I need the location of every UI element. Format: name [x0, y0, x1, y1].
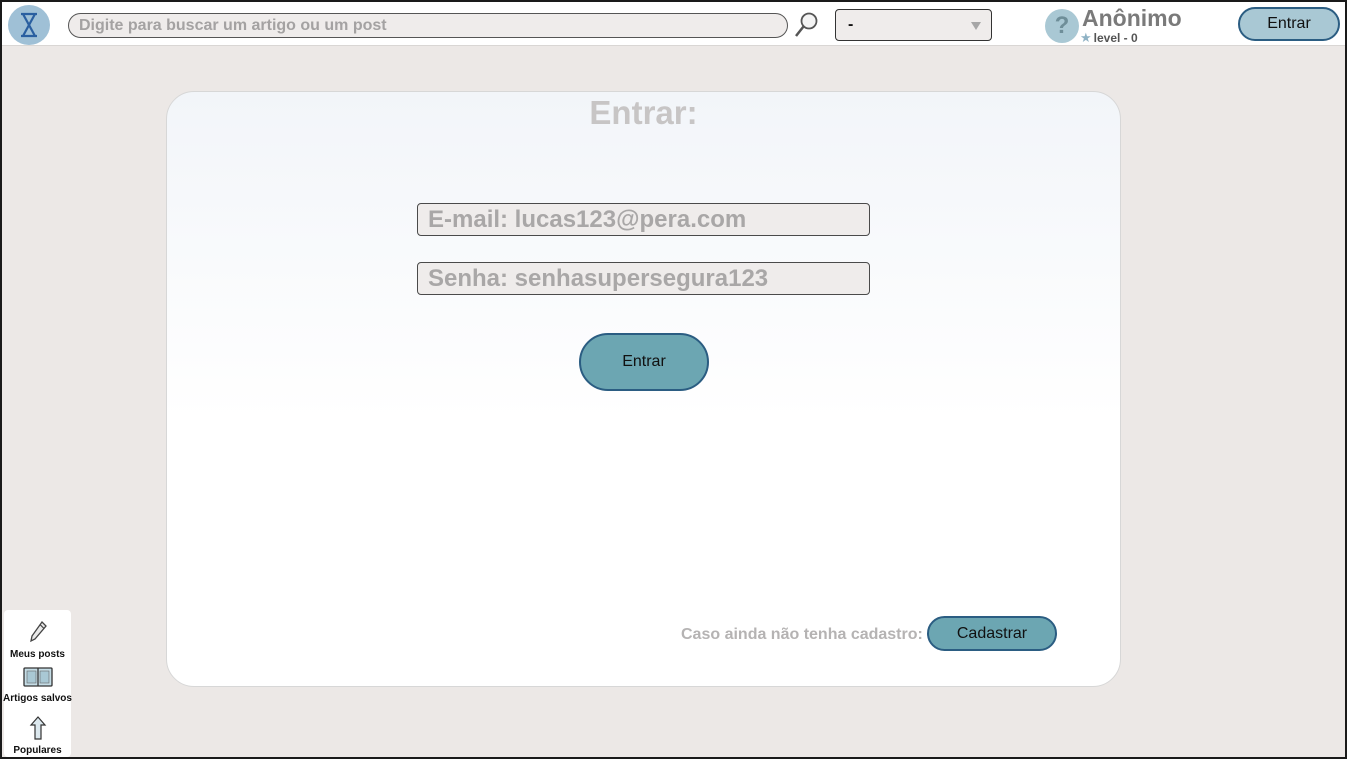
- signup-prompt: Caso ainda não tenha cadastro:: [681, 626, 923, 643]
- side-dock: Meus posts Artigos salvos Populares: [3, 610, 72, 757]
- star-icon: ★: [1080, 30, 1092, 45]
- search-icon[interactable]: [792, 10, 820, 40]
- user-name: Anônimo: [1082, 5, 1182, 31]
- book-icon: [22, 666, 53, 693]
- signup-button[interactable]: Cadastrar: [927, 616, 1057, 651]
- arrow-up-icon: [29, 716, 47, 745]
- top-bar: - ? Anônimo ★ level - 0 Entrar: [2, 2, 1345, 46]
- search-input[interactable]: [68, 13, 788, 38]
- header-login-button[interactable]: Entrar: [1238, 7, 1340, 41]
- question-icon: ?: [1054, 12, 1070, 39]
- help-button[interactable]: ?: [1045, 9, 1079, 43]
- hourglass-logo-icon[interactable]: [8, 5, 50, 45]
- email-field[interactable]: [417, 203, 870, 236]
- dock-item-artigos-salvos[interactable]: Artigos salvos: [3, 666, 72, 704]
- user-level-text: level - 0: [1093, 31, 1138, 45]
- login-submit-button[interactable]: Entrar: [579, 333, 709, 391]
- select-value: -: [848, 16, 854, 33]
- dock-item-label: Meus posts: [9, 649, 65, 660]
- pencil-icon: [28, 620, 48, 649]
- dock-item-label: Artigos salvos: [3, 693, 72, 704]
- dock-item-meus-posts[interactable]: Meus posts: [4, 620, 71, 660]
- dock-item-populares[interactable]: Populares: [4, 716, 71, 756]
- login-title: Entrar:: [589, 94, 698, 131]
- login-card: Entrar: Entrar Caso ainda não tenha cada…: [166, 91, 1121, 687]
- dock-item-label: Populares: [13, 745, 62, 756]
- chevron-down-icon: [971, 22, 981, 30]
- category-select[interactable]: -: [835, 9, 992, 41]
- user-level: ★ level - 0: [1080, 30, 1138, 46]
- password-field[interactable]: [417, 262, 870, 295]
